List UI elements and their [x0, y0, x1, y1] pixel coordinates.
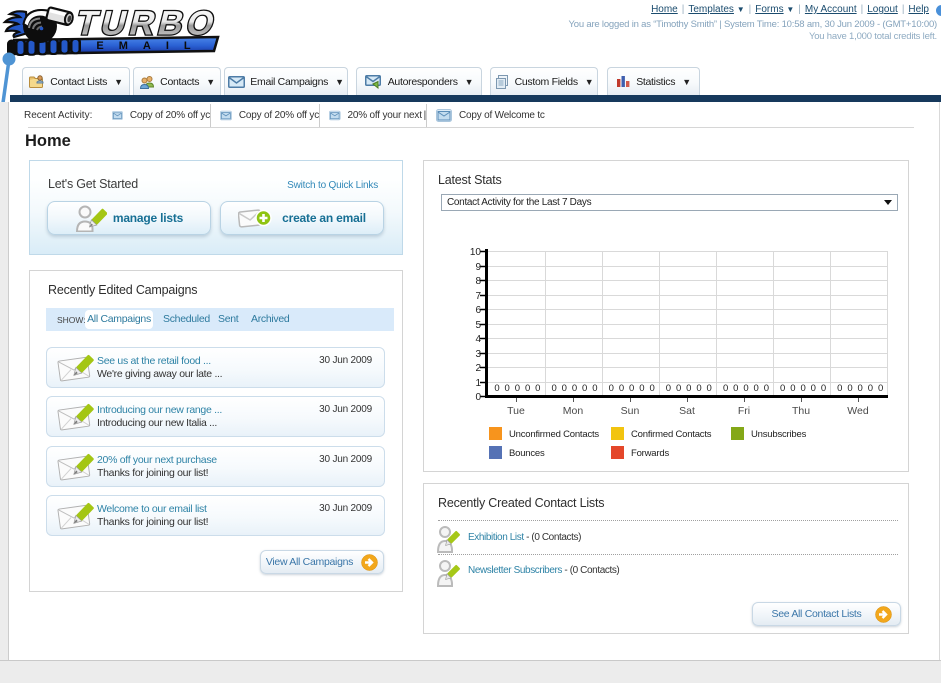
svg-text:0: 0 [582, 383, 587, 394]
svg-text:0: 0 [609, 383, 614, 394]
svg-text:0: 0 [515, 383, 520, 394]
svg-text:0: 0 [780, 383, 785, 394]
svg-text:0: 0 [494, 383, 499, 394]
svg-text:0: 0 [686, 383, 691, 394]
svg-text:Bounces: Bounces [509, 448, 545, 459]
svg-text:Wed: Wed [847, 405, 869, 417]
svg-text:0: 0 [837, 383, 842, 394]
svg-text:0: 0 [790, 383, 795, 394]
svg-text:0: 0 [878, 383, 883, 394]
svg-text:0: 0 [666, 383, 671, 394]
svg-text:0: 0 [811, 383, 816, 394]
svg-text:Thu: Thu [792, 405, 810, 417]
svg-text:0: 0 [592, 383, 597, 394]
svg-text:Confirmed Contacts: Confirmed Contacts [631, 429, 712, 440]
svg-text:Fri: Fri [738, 405, 750, 417]
svg-text:0: 0 [696, 383, 701, 394]
svg-text:Unsubscribes: Unsubscribes [751, 429, 807, 440]
svg-text:Forwards: Forwards [631, 448, 669, 459]
svg-text:7: 7 [475, 291, 481, 302]
svg-text:2: 2 [475, 363, 481, 374]
svg-text:Unconfirmed Contacts: Unconfirmed Contacts [509, 429, 599, 440]
svg-text:Mon: Mon [563, 405, 584, 417]
svg-text:0: 0 [676, 383, 681, 394]
svg-text:0: 0 [764, 383, 769, 394]
svg-text:0: 0 [551, 383, 556, 394]
svg-text:0: 0 [572, 383, 577, 394]
svg-text:0: 0 [707, 383, 712, 394]
svg-text:0: 0 [733, 383, 738, 394]
svg-text:3: 3 [475, 349, 481, 360]
svg-text:6: 6 [475, 305, 481, 316]
svg-text:0: 0 [821, 383, 826, 394]
svg-text:0: 0 [847, 383, 852, 394]
svg-text:Sat: Sat [679, 405, 695, 417]
svg-text:0: 0 [562, 383, 567, 394]
svg-text:4: 4 [475, 334, 481, 345]
svg-text:0: 0 [800, 383, 805, 394]
svg-text:0: 0 [754, 383, 759, 394]
svg-text:0: 0 [639, 383, 644, 394]
svg-text:0: 0 [619, 383, 624, 394]
svg-text:0: 0 [525, 383, 530, 394]
svg-text:1: 1 [475, 378, 481, 389]
svg-text:0: 0 [743, 383, 748, 394]
svg-text:10: 10 [470, 247, 482, 258]
svg-text:0: 0 [505, 383, 510, 394]
svg-text:Tue: Tue [507, 405, 525, 417]
svg-text:0: 0 [858, 383, 863, 394]
svg-text:0: 0 [723, 383, 728, 394]
svg-text:0: 0 [649, 383, 654, 394]
svg-text:0: 0 [868, 383, 873, 394]
svg-text:0: 0 [535, 383, 540, 394]
svg-text:5: 5 [475, 320, 481, 331]
svg-text:0: 0 [475, 392, 481, 403]
svg-text:9: 9 [475, 262, 481, 273]
svg-text:Sun: Sun [621, 405, 640, 417]
svg-text:0: 0 [629, 383, 634, 394]
svg-text:8: 8 [475, 276, 481, 287]
